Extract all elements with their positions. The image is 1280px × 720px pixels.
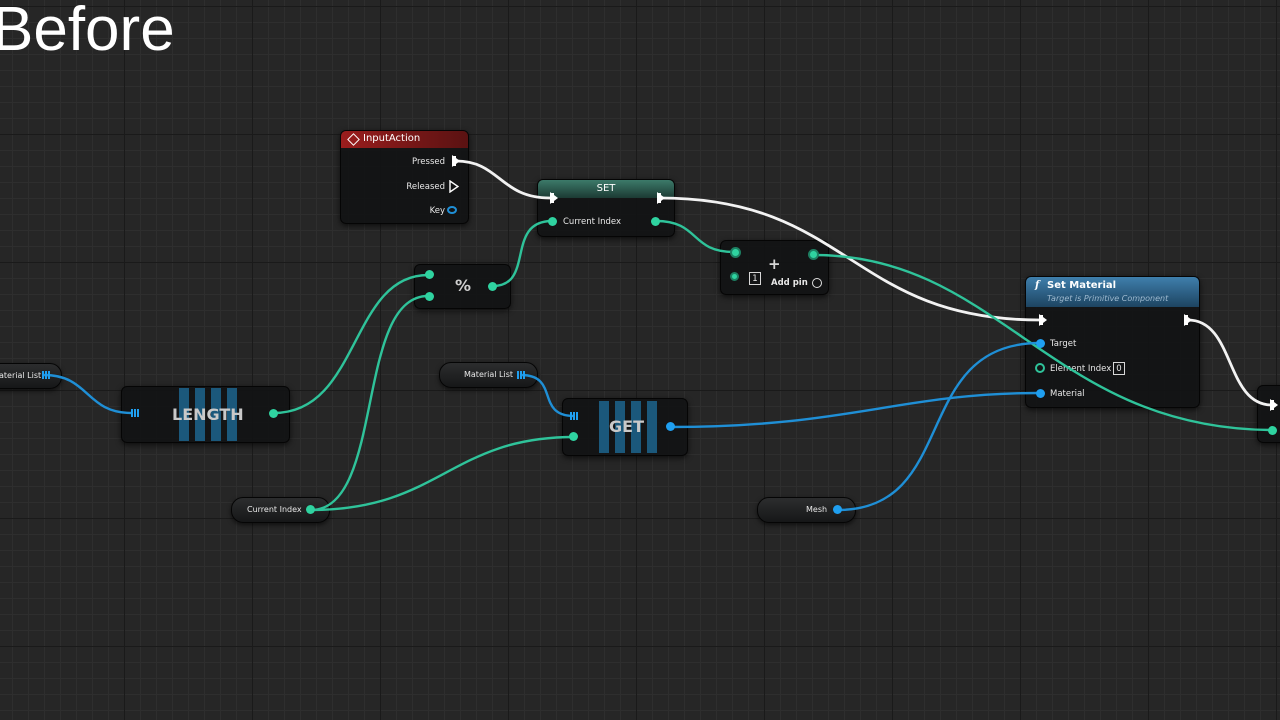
pin-label-key: Key xyxy=(429,206,445,216)
element-index-input[interactable]: 0 xyxy=(1113,362,1125,375)
next-node-exec-in-pin[interactable] xyxy=(1270,399,1278,411)
set-current-index-in-pin[interactable] xyxy=(548,217,557,226)
set-material-subtitle: Target is Primitive Component xyxy=(1047,294,1169,303)
set-material-node[interactable]: f Set Material Target is Primitive Compo… xyxy=(1025,276,1200,408)
pin-label-material: Material xyxy=(1050,389,1085,399)
add-pin-label[interactable]: Add pin xyxy=(771,278,808,288)
exec-wire-pressed-to-set xyxy=(455,159,551,200)
int-wire-length-to-modulo xyxy=(273,273,429,415)
mesh-out-pin[interactable] xyxy=(833,505,842,514)
next-node-int-in-pin[interactable] xyxy=(1268,426,1277,435)
material-list-out-pin[interactable] xyxy=(517,371,526,379)
current-index-label: Current Index xyxy=(247,505,302,514)
mesh-label: Mesh xyxy=(806,505,828,514)
add-input-a-pin[interactable] xyxy=(730,247,741,258)
material-list-label: Material List xyxy=(464,370,514,379)
modulo-input-b-pin[interactable] xyxy=(425,292,434,301)
modulo-input-a-pin[interactable] xyxy=(425,270,434,279)
length-output-pin[interactable] xyxy=(269,409,278,418)
add-literal-input[interactable]: 1 xyxy=(749,272,761,285)
get-index-in-pin[interactable] xyxy=(569,432,578,441)
pressed-exec-pin[interactable] xyxy=(452,155,460,167)
int-wire-currentindex-to-get xyxy=(310,435,575,512)
diamond-event-icon xyxy=(347,133,360,146)
get-label: GET xyxy=(609,417,644,436)
material-list-getter-left[interactable]: aterial List xyxy=(0,363,62,389)
set-exec-out-pin[interactable] xyxy=(657,192,665,204)
pin-label-element-index: Element Index xyxy=(1050,364,1112,374)
add-output-pin[interactable] xyxy=(808,249,819,260)
modulo-symbol: % xyxy=(455,276,472,295)
overlay-title: Before xyxy=(0,0,175,64)
set-pin-label-current-index: Current Index xyxy=(563,217,622,227)
set-material-exec-out-pin[interactable] xyxy=(1184,314,1192,326)
current-index-out-pin[interactable] xyxy=(306,505,315,514)
add-pin-plus-icon[interactable] xyxy=(812,278,822,288)
material-list-left-label: aterial List xyxy=(0,371,42,380)
set-exec-in-pin[interactable] xyxy=(550,192,558,204)
get-array-in-pin[interactable] xyxy=(570,412,579,420)
set-material-exec-in-pin[interactable] xyxy=(1039,314,1047,326)
length-node[interactable]: LENGTH xyxy=(121,386,290,443)
current-index-getter[interactable]: Current Index xyxy=(231,497,330,523)
set-material-title: Set Material xyxy=(1047,280,1117,291)
obj-wire-mesh-to-target xyxy=(837,341,1041,512)
length-array-in-pin[interactable] xyxy=(131,409,140,417)
material-list-left-out-pin[interactable] xyxy=(42,371,51,379)
set-material-header: f Set Material Target is Primitive Compo… xyxy=(1026,277,1199,307)
set-variable-node[interactable]: SET Current Index xyxy=(537,179,675,237)
set-header: SET xyxy=(538,180,674,198)
target-in-pin[interactable] xyxy=(1036,339,1045,348)
pin-label-released: Released xyxy=(406,182,445,192)
int-wire-currentindex-to-modulo xyxy=(310,294,429,512)
key-output-pin[interactable] xyxy=(447,206,457,214)
length-label: LENGTH xyxy=(172,405,244,424)
obj-wire-get-to-material xyxy=(669,391,1041,429)
set-current-index-out-pin[interactable] xyxy=(651,217,660,226)
get-output-pin[interactable] xyxy=(666,422,675,431)
add-symbol: + xyxy=(768,255,781,273)
material-in-pin[interactable] xyxy=(1036,389,1045,398)
add-input-b-pin[interactable] xyxy=(730,272,739,281)
pin-label-target: Target xyxy=(1050,339,1077,349)
released-exec-pin[interactable] xyxy=(449,180,459,193)
next-node-partial[interactable] xyxy=(1257,385,1280,443)
element-index-in-pin[interactable] xyxy=(1035,363,1045,373)
input-action-header: InputAction xyxy=(341,131,468,148)
modulo-output-pin[interactable] xyxy=(488,282,497,291)
set-title: SET xyxy=(596,183,616,194)
function-icon: f xyxy=(1035,280,1040,291)
pin-label-pressed: Pressed xyxy=(412,157,445,167)
exec-wire-set-to-setmaterial xyxy=(659,196,1041,322)
input-action-title: InputAction xyxy=(363,133,421,144)
